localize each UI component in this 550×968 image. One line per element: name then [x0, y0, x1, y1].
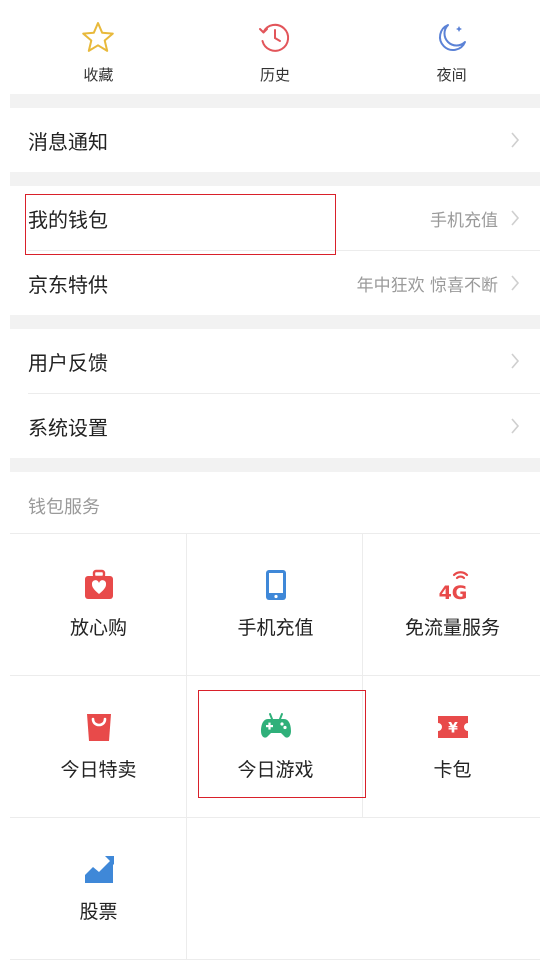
service-card-wallet-label: 卡包: [433, 759, 472, 781]
clock-icon: [259, 23, 290, 52]
chevron-right-icon: [511, 210, 520, 226]
menu-jd-special[interactable]: 京东特供 年中狂欢 惊喜不断: [10, 251, 540, 315]
service-today-sale[interactable]: 今日特卖: [10, 675, 187, 817]
service-stocks[interactable]: 股票: [10, 817, 187, 959]
service-safe-buy[interactable]: 放心购: [10, 533, 187, 675]
service-phone-recharge[interactable]: 手机充值: [187, 533, 364, 675]
menu-jd-hint: 年中狂欢 惊喜不断: [356, 275, 498, 296]
quick-actions: 收藏 历史 夜间: [10, 0, 540, 94]
4g-icon: 4G: [438, 571, 468, 601]
me-page: 收藏 历史 夜间 消息通知 我的钱包 手机充值 京东特供 年中狂欢 惊喜不断 用…: [10, 0, 540, 968]
chevron-right-icon: [511, 353, 520, 369]
menu-wallet-hint: 手机充值: [430, 210, 498, 231]
quick-favorites[interactable]: 收藏: [10, 0, 187, 94]
service-free-data[interactable]: 4G 免流量服务: [364, 533, 541, 675]
menu-wallet[interactable]: 我的钱包 手机充值: [10, 186, 540, 250]
service-safe-buy-label: 放心购: [69, 617, 127, 639]
menu-jd-title: 京东特供: [28, 272, 108, 297]
service-free-data-label: 免流量服务: [404, 617, 500, 639]
stock-chart-icon: [83, 856, 114, 883]
menu-feedback[interactable]: 用户反馈: [10, 329, 540, 393]
moon-icon: [438, 24, 466, 51]
menu-wallet-title: 我的钱包: [28, 207, 108, 232]
heart-bag-icon: [84, 569, 113, 599]
gamepad-icon: [260, 713, 291, 738]
quick-history-label: 历史: [260, 66, 291, 84]
quick-night-label: 夜间: [436, 66, 467, 84]
service-today-sale-label: 今日特卖: [60, 759, 137, 781]
section-gap: [10, 315, 540, 329]
menu-notifications-title: 消息通知: [28, 129, 108, 154]
service-card-wallet[interactable]: ¥ 卡包: [364, 675, 541, 817]
quick-favorites-label: 收藏: [83, 66, 114, 84]
menu-settings[interactable]: 系统设置: [10, 394, 540, 458]
quick-history[interactable]: 历史: [187, 0, 364, 94]
star-icon: [82, 22, 115, 52]
section-gap: [10, 458, 540, 472]
service-phone-recharge-label: 手机充值: [237, 617, 314, 639]
chevron-right-icon: [511, 418, 520, 434]
wallet-services-grid: 放心购 手机充值 4G 免流量服务 今日特卖 今日游戏 ¥ 卡包 股票: [10, 533, 540, 968]
menu-settings-title: 系统设置: [28, 415, 108, 440]
grid-line: [10, 959, 540, 960]
4g-icon-text: 4G: [438, 582, 467, 601]
ticket-icon-text: ¥: [448, 721, 458, 737]
menu-notifications[interactable]: 消息通知: [10, 108, 540, 172]
ticket-icon: ¥: [437, 716, 468, 738]
section-gap: [10, 172, 540, 186]
chevron-right-icon: [511, 275, 520, 291]
chevron-right-icon: [511, 132, 520, 148]
service-today-games[interactable]: 今日游戏: [187, 675, 364, 817]
menu-feedback-title: 用户反馈: [28, 350, 108, 375]
quick-night[interactable]: 夜间: [363, 0, 540, 94]
service-stocks-label: 股票: [79, 901, 118, 923]
section-gap: [10, 94, 540, 108]
phone-icon: [265, 570, 286, 600]
service-today-games-label: 今日游戏: [237, 759, 314, 781]
shopping-bag-icon: [86, 714, 111, 741]
wallet-services-label: 钱包服务: [28, 497, 100, 518]
